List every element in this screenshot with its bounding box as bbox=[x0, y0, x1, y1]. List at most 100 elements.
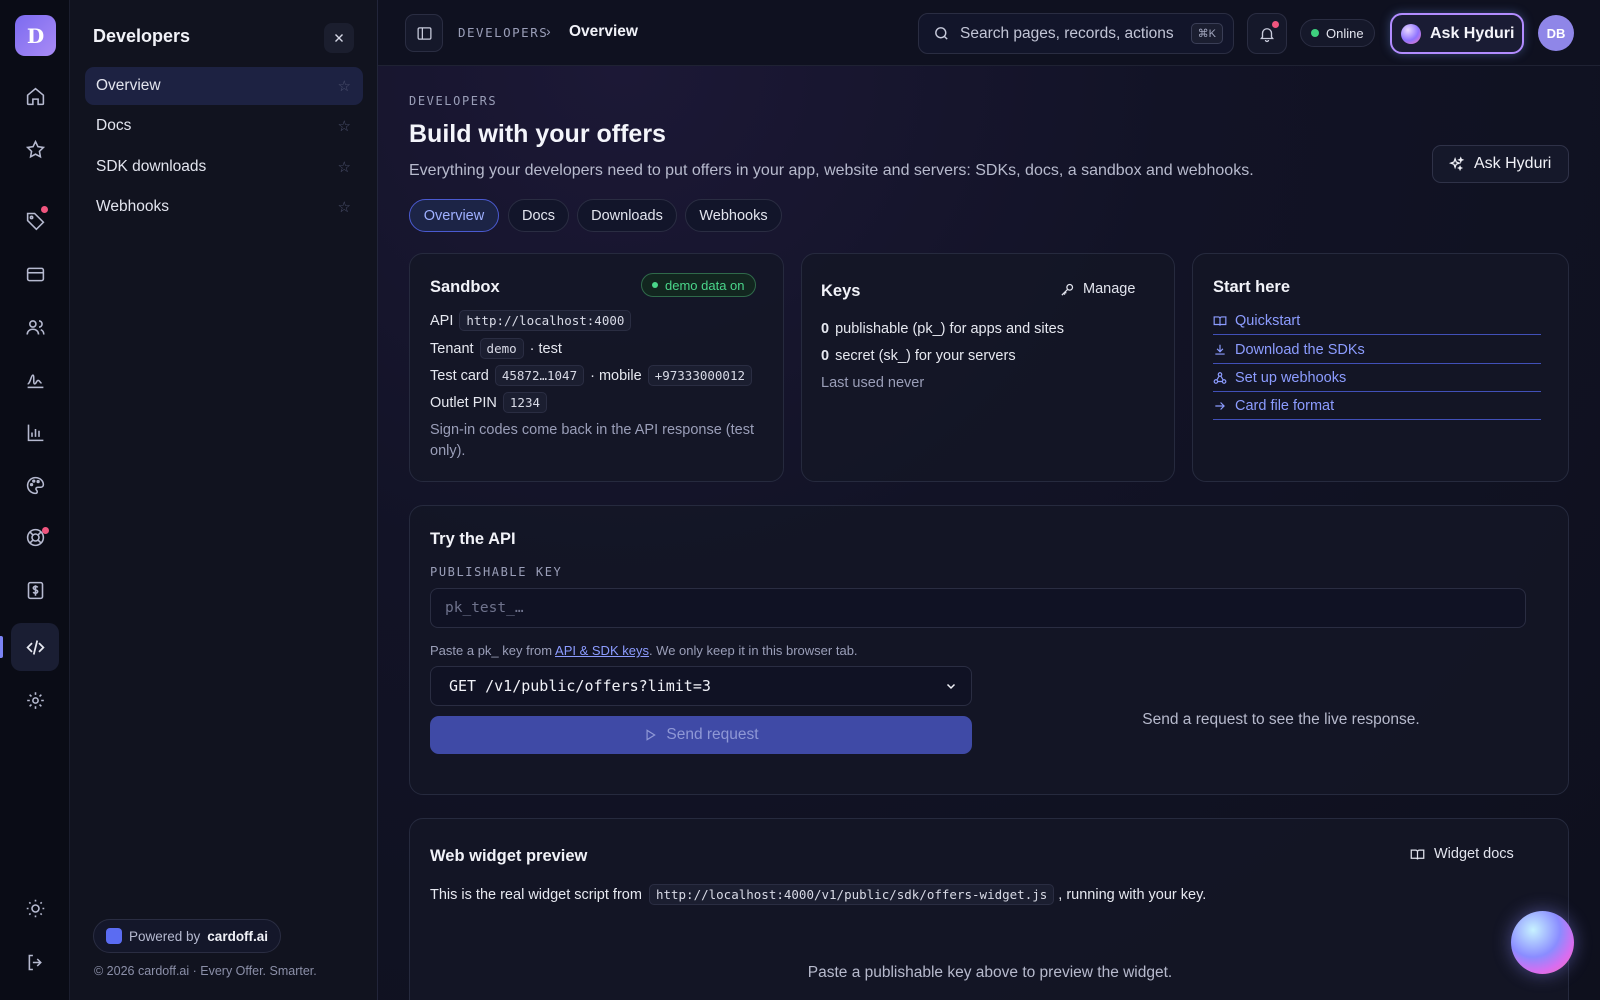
set-up-webhooks-link[interactable]: Set up webhooks bbox=[1213, 364, 1541, 392]
avatar[interactable]: DB bbox=[1538, 15, 1574, 51]
panel-item-webhooks[interactable]: Webhooks ☆ bbox=[85, 188, 363, 226]
try-api-title: Try the API bbox=[430, 530, 516, 548]
main-content: DEVELOPERS Build with your offers Everyt… bbox=[378, 66, 1600, 1000]
tab-webhooks[interactable]: Webhooks bbox=[685, 199, 782, 232]
sun-icon[interactable] bbox=[11, 884, 59, 932]
app-logo[interactable]: D bbox=[15, 15, 56, 56]
ask-hyduri-page-button[interactable]: Ask Hyduri bbox=[1432, 145, 1569, 183]
rail-active-indicator bbox=[0, 636, 3, 658]
demo-dot bbox=[652, 282, 658, 288]
mobile-value: +97333000012 bbox=[647, 365, 752, 386]
card-file-format-link[interactable]: Card file format bbox=[1213, 392, 1541, 420]
link-label: Set up webhooks bbox=[1235, 369, 1347, 386]
api-value: http://localhost:4000 bbox=[459, 310, 632, 331]
publishable-key-input[interactable]: pk_test_… bbox=[430, 588, 1526, 628]
sidebar-icon bbox=[416, 26, 432, 40]
tab-docs[interactable]: Docs bbox=[508, 199, 569, 232]
home-icon[interactable] bbox=[11, 72, 59, 120]
search-input[interactable]: Search pages, records, actions ⌘K bbox=[918, 13, 1234, 54]
send-request-button[interactable]: Send request bbox=[430, 716, 972, 754]
start-here-title: Start here bbox=[1213, 278, 1291, 296]
close-panel-button[interactable] bbox=[324, 23, 354, 53]
page-title: Build with your offers bbox=[409, 120, 666, 148]
icon-rail: D bbox=[0, 0, 70, 1000]
panel-item-overview[interactable]: Overview ☆ bbox=[85, 67, 363, 105]
widget-description: This is the real widget script from http… bbox=[430, 884, 1206, 905]
demo-data-label: demo data on bbox=[665, 277, 745, 293]
powered-by-badge[interactable]: Powered by cardoff.ai bbox=[93, 919, 282, 953]
arrow-right-icon bbox=[1215, 401, 1225, 410]
endpoint-value: GET /v1/public/offers?limit=3 bbox=[449, 677, 711, 695]
widget-docs-label: Widget docs bbox=[1434, 846, 1514, 862]
panel-item-label: Docs bbox=[96, 117, 132, 134]
demo-data-badge: demo data on bbox=[641, 273, 756, 297]
download-sdks-link[interactable]: Download the SDKs bbox=[1213, 336, 1541, 364]
play-icon bbox=[646, 729, 657, 741]
try-api-card: Try the API PUBLISHABLE KEY pk_test_… Pa… bbox=[409, 505, 1569, 795]
sandbox-card: Sandbox demo data on API http://localhos… bbox=[409, 253, 784, 482]
users-icon[interactable] bbox=[11, 303, 59, 351]
logout-icon[interactable] bbox=[11, 938, 59, 986]
status-label: Online bbox=[1326, 25, 1364, 41]
key-help-suffix: . We only keep it in this browser tab. bbox=[648, 643, 858, 658]
developers-panel: Developers Overview ☆ Docs ☆ SDK downloa… bbox=[70, 0, 378, 1000]
link-label: Download the SDKs bbox=[1235, 341, 1365, 358]
notifications-button[interactable] bbox=[1247, 13, 1287, 54]
search-placeholder: Search pages, records, actions bbox=[960, 24, 1174, 42]
publishable-keys-row: 0 publishable (pk_) for apps and sites bbox=[821, 321, 1064, 337]
tenant-value: demo bbox=[479, 338, 524, 359]
tab-overview[interactable]: Overview bbox=[409, 199, 499, 232]
dollar-doc-icon[interactable] bbox=[11, 566, 59, 614]
palette-icon[interactable] bbox=[11, 461, 59, 509]
page-eyebrow: DEVELOPERS bbox=[409, 94, 498, 108]
card-icon[interactable] bbox=[11, 250, 59, 298]
notification-dot bbox=[41, 206, 48, 213]
manage-keys-button[interactable]: Manage bbox=[1060, 281, 1135, 297]
gear-icon[interactable] bbox=[11, 676, 59, 724]
notification-dot bbox=[1272, 21, 1279, 28]
lifebuoy-icon[interactable] bbox=[11, 513, 59, 561]
panel-item-sdk-downloads[interactable]: SDK downloads ☆ bbox=[85, 148, 363, 186]
endpoint-select[interactable]: GET /v1/public/offers?limit=3 bbox=[430, 666, 972, 706]
signature-icon[interactable] bbox=[11, 355, 59, 403]
chart-icon[interactable] bbox=[11, 408, 59, 456]
send-request-label: Send request bbox=[666, 726, 759, 743]
widget-preview-card: Web widget preview Widget docs This is t… bbox=[409, 818, 1569, 1000]
star-icon[interactable]: ☆ bbox=[338, 77, 351, 95]
star-icon[interactable]: ☆ bbox=[338, 117, 351, 135]
star-icon[interactable]: ☆ bbox=[338, 158, 351, 176]
widget-docs-button[interactable]: Widget docs bbox=[1410, 846, 1514, 862]
publishable-count: 0 bbox=[821, 321, 830, 337]
mobile-label: · mobile bbox=[590, 367, 642, 384]
start-here-card: Start here Quickstart Download the SDKs … bbox=[1192, 253, 1569, 482]
link-label: Quickstart bbox=[1235, 312, 1301, 329]
widget-empty-state: Paste a publishable key above to preview… bbox=[807, 964, 1173, 981]
quickstart-link[interactable]: Quickstart bbox=[1213, 307, 1541, 335]
breadcrumb-root[interactable]: DEVELOPERS bbox=[458, 25, 548, 40]
panel-item-docs[interactable]: Docs ☆ bbox=[85, 107, 363, 145]
close-icon bbox=[335, 34, 343, 42]
online-dot bbox=[1311, 29, 1319, 37]
code-icon[interactable] bbox=[11, 623, 59, 671]
last-used: Last used never bbox=[821, 375, 925, 391]
secret-count: 0 bbox=[821, 348, 830, 364]
tag-icon[interactable] bbox=[11, 196, 59, 244]
ask-hyduri-button[interactable]: Ask Hyduri bbox=[1390, 13, 1524, 54]
hyduri-assistant-orb-button[interactable] bbox=[1511, 911, 1574, 974]
top-bar: DEVELOPERS › Overview Search pages, reco… bbox=[378, 0, 1600, 66]
sandbox-title: Sandbox bbox=[430, 278, 500, 296]
sandbox-pin-row: Outlet PIN 1234 bbox=[430, 392, 547, 413]
star-icon[interactable]: ☆ bbox=[338, 198, 351, 216]
sidebar-toggle-button[interactable] bbox=[405, 14, 443, 52]
test-card-value: 45872…1047 bbox=[494, 365, 585, 386]
secret-keys-row: 0 secret (sk_) for your servers bbox=[821, 348, 1016, 364]
book-icon bbox=[1410, 849, 1425, 860]
tab-downloads[interactable]: Downloads bbox=[577, 199, 677, 232]
response-placeholder: Send a request to see the live response. bbox=[1142, 711, 1420, 728]
api-sdk-keys-link[interactable]: API & SDK keys bbox=[555, 643, 649, 658]
star-icon[interactable] bbox=[11, 125, 59, 173]
tenant-suffix: · test bbox=[529, 340, 562, 357]
sparkle-icon bbox=[1448, 155, 1465, 171]
key-help-prefix: Paste a pk_ key from bbox=[430, 643, 553, 658]
widget-title: Web widget preview bbox=[430, 847, 588, 865]
